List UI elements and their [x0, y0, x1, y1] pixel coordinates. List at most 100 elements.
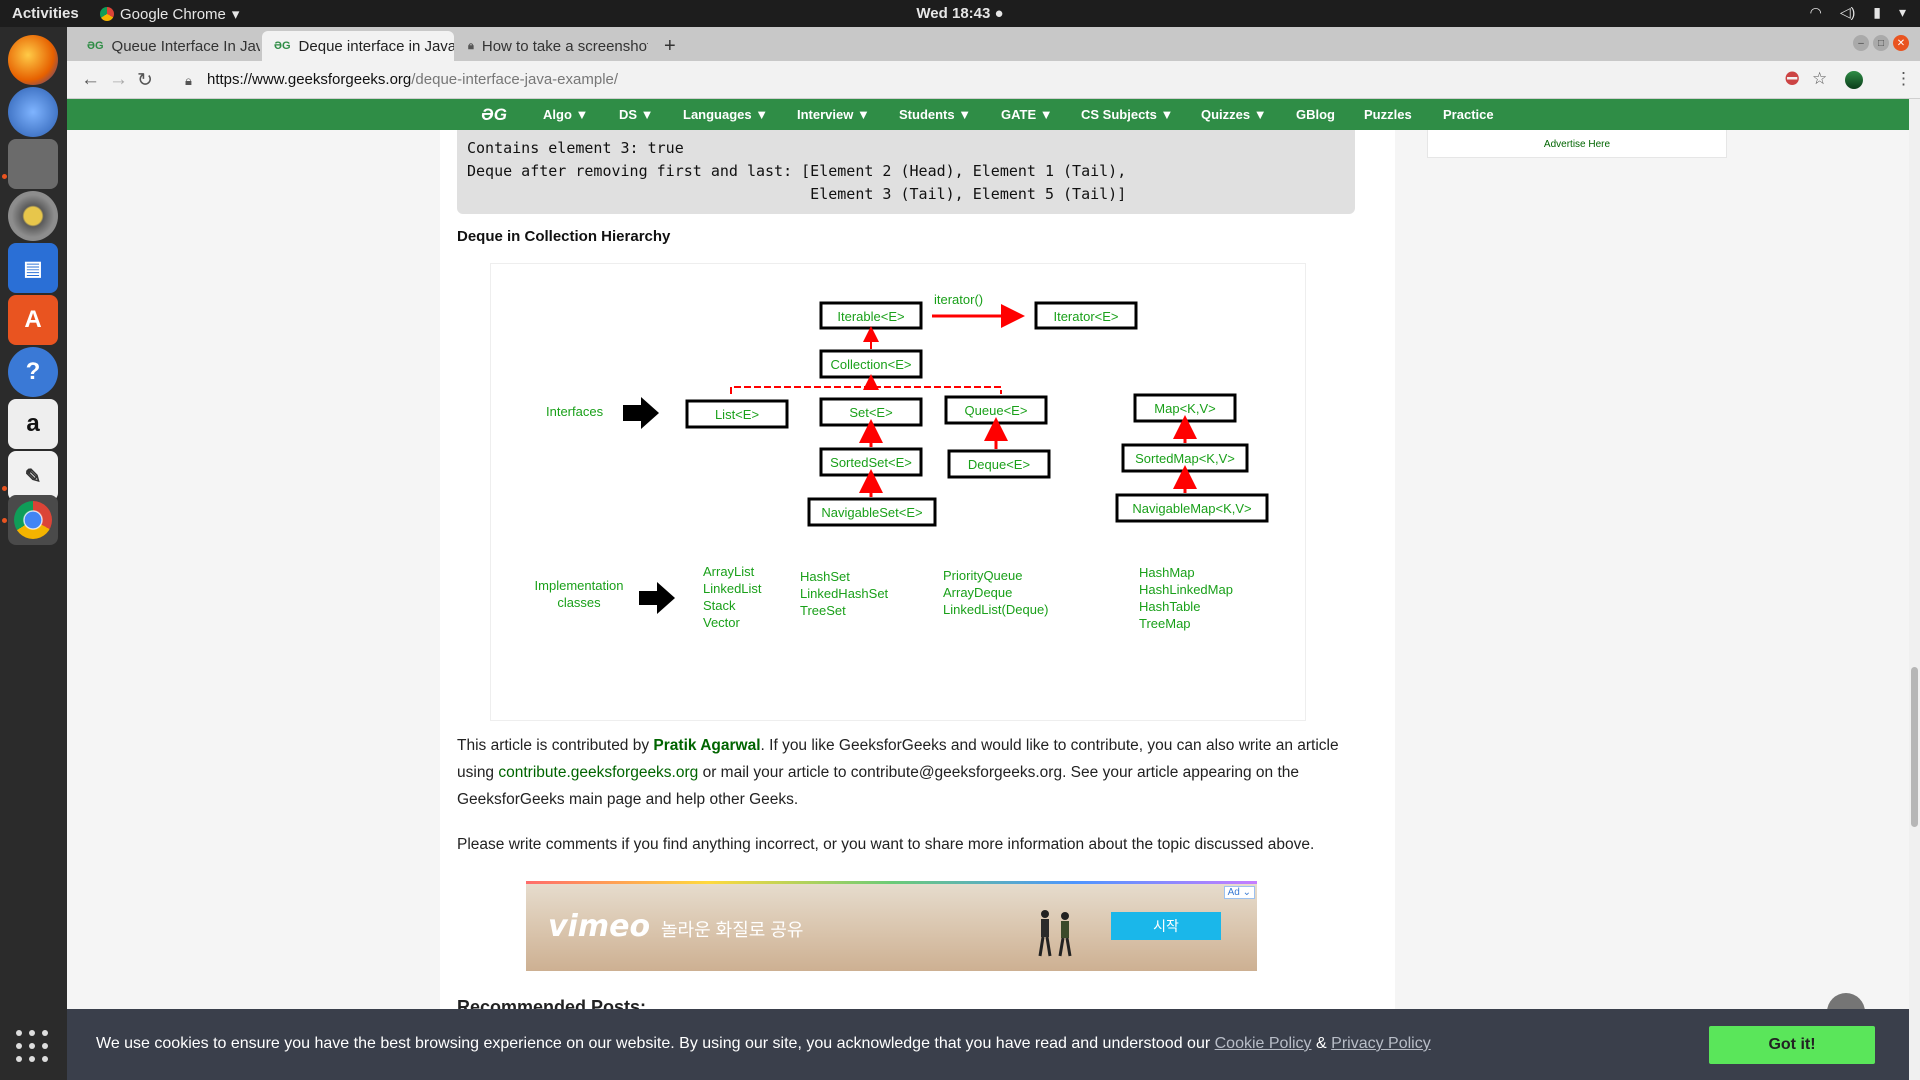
cookie-consent-bar: We use cookies to ensure you have the be… — [67, 1009, 1909, 1080]
nav-item-algo[interactable]: Algo ▼ — [543, 107, 588, 122]
nav-item-students[interactable]: Students ▼ — [899, 107, 971, 122]
profile-avatar[interactable] — [1845, 71, 1863, 89]
tab-strip: ƏG Queue Interface In Java - ✕ ƏG Deque … — [67, 27, 1920, 61]
running-indicator — [2, 518, 7, 523]
impl-set-item: TreeSet — [800, 603, 846, 618]
ad-cta-button[interactable]: 시작 — [1111, 912, 1221, 940]
running-indicator — [2, 486, 7, 491]
new-tab-button[interactable]: + — [652, 31, 688, 61]
navigableset-label: NavigableSet<E> — [821, 505, 922, 520]
iterator-call-label: iterator() — [934, 292, 983, 307]
nav-item-languages[interactable]: Languages ▼ — [683, 107, 768, 122]
author-link[interactable]: Pratik Agarwal — [653, 737, 760, 754]
got-it-button[interactable]: Got it! — [1709, 1026, 1875, 1064]
tab-title: How to take a screenshot — [481, 37, 648, 55]
tab-screenshot[interactable]: 🔒︎ How to take a screenshot ✕ — [456, 31, 648, 61]
files-icon[interactable] — [8, 139, 58, 189]
tab-title: Queue Interface In Java - — [111, 37, 260, 55]
help-icon[interactable]: ? — [8, 347, 58, 397]
scrollbar-thumb[interactable] — [1911, 667, 1918, 827]
section-heading: Deque in Collection Hierarchy — [457, 228, 671, 245]
chevron-down-icon: ▾ — [231, 6, 240, 23]
list-label: List<E> — [715, 407, 759, 422]
navigablemap-label: NavigableMap<K,V> — [1132, 501, 1251, 516]
close-window-icon[interactable]: ✕ — [1893, 35, 1909, 51]
map-label: Map<K,V> — [1154, 401, 1215, 416]
impl-set-item: LinkedHashSet — [800, 586, 889, 601]
lock-icon[interactable]: 🔒︎ — [185, 73, 192, 89]
contributor-paragraph: This article is contributed by Pratik Ag… — [457, 732, 1357, 813]
forward-icon[interactable]: → — [109, 69, 128, 91]
menu-icon[interactable]: ⋮ — [1895, 69, 1912, 89]
impl-list-item: LinkedList — [703, 581, 762, 596]
thunderbird-icon[interactable] — [8, 87, 58, 137]
star-icon[interactable]: ☆ — [1812, 69, 1827, 89]
ad-slogan: 놀라운 화질로 공유 — [661, 920, 804, 940]
maximize-icon[interactable]: □ — [1873, 35, 1889, 51]
tab-queue-interface[interactable]: ƏG Queue Interface In Java - ✕ — [75, 31, 260, 61]
minimize-icon[interactable]: – — [1853, 35, 1869, 51]
cookie-policy-link[interactable]: Cookie Policy — [1215, 1035, 1312, 1052]
impl-label-line2: classes — [557, 595, 601, 610]
reload-icon[interactable]: ↻ — [137, 69, 153, 92]
firefox-icon[interactable] — [8, 35, 58, 85]
nav-item-quizzes[interactable]: Quizzes ▼ — [1201, 107, 1267, 122]
nav-item-puzzles[interactable]: Puzzles — [1364, 107, 1412, 122]
interfaces-bracket — [730, 386, 1002, 394]
show-applications-icon[interactable] — [16, 1030, 50, 1064]
software-center-icon[interactable]: A — [8, 295, 58, 345]
tab-deque-interface[interactable]: ƏG Deque interface in Java w ✕ — [262, 31, 454, 61]
ampersand: & — [1316, 1035, 1327, 1052]
ad-choices-tag[interactable]: Ad ⌄ — [1223, 886, 1255, 899]
collection-label: Collection<E> — [831, 357, 912, 372]
iterator-label: Iterator<E> — [1053, 309, 1118, 324]
nav-item-cs-subjects[interactable]: CS Subjects ▼ — [1081, 107, 1173, 122]
app-menu[interactable]: Google Chrome ▾ — [100, 5, 239, 23]
advertise-here-link[interactable]: Advertise Here — [1427, 130, 1727, 158]
adblock-icon[interactable]: ⛔︎ — [1785, 69, 1799, 89]
amazon-icon[interactable]: a — [8, 399, 58, 449]
cookie-message: We use cookies to ensure you have the be… — [96, 1035, 1431, 1053]
site-navbar: ƏG Algo ▼ DS ▼ Languages ▼ Interview ▼ S… — [67, 99, 1909, 130]
impl-arrow — [639, 582, 675, 614]
hierarchy-svg: Iterable<E> iterator() Iterator<E> Colle… — [535, 292, 1269, 631]
page-scrollbar[interactable] — [1909, 99, 1920, 1080]
activities-button[interactable]: Activities — [12, 5, 79, 22]
url-path: /deque-interface-java-example/ — [411, 71, 619, 88]
interfaces-arrow — [623, 397, 659, 429]
lock-icon: 🔒︎ — [468, 39, 474, 52]
address-bar[interactable]: https://www.geeksforgeeks.org/deque-inte… — [207, 71, 618, 88]
nav-item-ds[interactable]: DS ▼ — [619, 107, 654, 122]
gfg-logo[interactable]: ƏG — [481, 105, 507, 125]
impl-map-item: HashMap — [1139, 565, 1195, 580]
privacy-policy-link[interactable]: Privacy Policy — [1331, 1035, 1431, 1052]
nav-item-gate[interactable]: GATE ▼ — [1001, 107, 1053, 122]
impl-map-item: HashTable — [1139, 599, 1200, 614]
sortedset-label: SortedSet<E> — [830, 455, 912, 470]
nav-item-practice[interactable]: Practice — [1443, 107, 1494, 122]
rhythmbox-icon[interactable] — [8, 191, 58, 241]
toolbar: ← → ↻ 🔒︎ https://www.geeksforgeeks.org/d… — [67, 61, 1920, 99]
impl-map-item: HashLinkedMap — [1139, 582, 1233, 597]
impl-map-item: TreeMap — [1139, 616, 1191, 631]
collection-hierarchy-diagram: Iterable<E> iterator() Iterator<E> Colle… — [490, 263, 1306, 721]
interfaces-label: Interfaces — [546, 404, 604, 419]
nav-item-interview[interactable]: Interview ▼ — [797, 107, 870, 122]
chrome-dock-icon[interactable] — [8, 495, 58, 545]
impl-label-line1: Implementation — [535, 578, 624, 593]
writer-icon[interactable]: ▤ — [8, 243, 58, 293]
impl-list-item: Stack — [703, 598, 736, 613]
contribute-link[interactable]: contribute.geeksforgeeks.org — [498, 764, 698, 781]
running-indicator — [2, 174, 7, 179]
set-label: Set<E> — [849, 405, 892, 420]
clock[interactable]: Wed 18:43 ● — [0, 5, 1920, 22]
vimeo-logo: vimeo — [548, 909, 651, 944]
back-icon[interactable]: ← — [81, 69, 100, 91]
vimeo-ad-banner[interactable]: vimeo 놀라운 화질로 공유 시작 Ad ⌄ — [526, 881, 1257, 971]
nav-item-gblog[interactable]: GBlog — [1296, 107, 1335, 122]
system-tray[interactable]: ◠ ◁) ▮ ▾ — [1810, 4, 1906, 21]
text-editor-icon[interactable]: ✎ — [8, 451, 58, 501]
wifi-icon: ◠ — [1809, 4, 1822, 20]
ubuntu-top-bar: Activities Google Chrome ▾ Wed 18:43 ● ◠… — [0, 0, 1920, 27]
impl-set-item: HashSet — [800, 569, 850, 584]
